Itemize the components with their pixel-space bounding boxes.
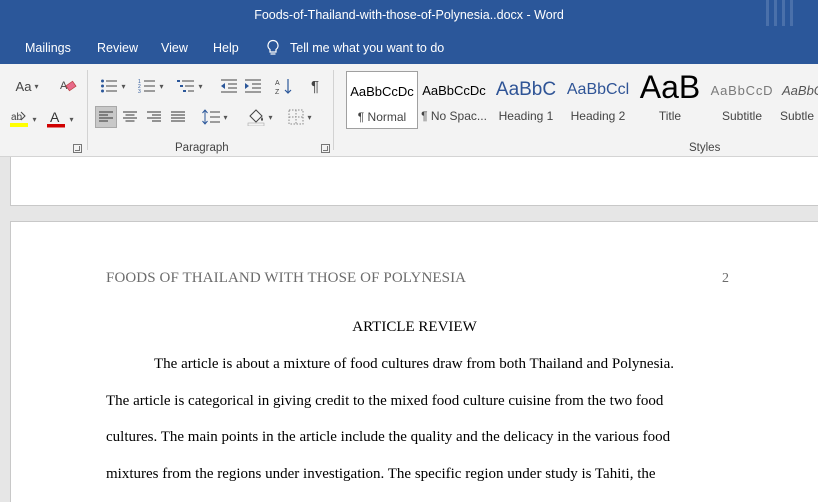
change-case-label: Aa	[15, 78, 32, 94]
bullets-button[interactable]: ▾	[95, 76, 131, 96]
increase-indent-icon	[245, 79, 261, 93]
style-preview: AaBbCcD	[782, 83, 818, 98]
justify-icon	[171, 111, 185, 122]
style-preview: AaBbCcl	[566, 81, 630, 98]
chevron-down-icon: ▾	[198, 81, 203, 91]
borders-icon	[288, 109, 304, 125]
highlight-color-button[interactable]: ab ▾	[4, 108, 42, 130]
align-center-icon	[123, 111, 137, 122]
tell-me-label: Tell me what you want to do	[290, 40, 445, 55]
styles-gallery: AaBbCcDc ¶ Normal AaBbCcDc ¶ No Spac... …	[343, 71, 818, 129]
style-name: Subtitle	[721, 109, 763, 123]
sort-az-icon: AZ	[275, 79, 292, 95]
font-color-button[interactable]: A ▾	[43, 108, 77, 130]
styles-group-label: Styles	[689, 142, 721, 154]
align-right-button[interactable]	[143, 106, 165, 128]
clear-formatting-button[interactable]: A	[57, 76, 79, 96]
title-bar: Foods-of-Thailand-with-those-of-Polynesi…	[0, 0, 818, 32]
body-line: cultures. The main points in the article…	[106, 429, 671, 445]
bulleted-list-icon	[101, 79, 118, 93]
tab-view[interactable]: View	[161, 41, 188, 55]
previous-page[interactable]	[10, 157, 818, 206]
style-heading-1[interactable]: AaBbC Heading 1	[490, 71, 562, 129]
align-right-icon	[147, 111, 161, 122]
body-line: The article is categorical in giving cre…	[106, 393, 664, 409]
body-line: The article is about a mixture of food c…	[154, 356, 674, 372]
tell-me-search[interactable]: Tell me what you want to do	[266, 39, 444, 56]
chevron-down-icon: ▾	[69, 114, 74, 124]
justify-button[interactable]	[167, 106, 189, 128]
svg-text:3: 3	[138, 89, 141, 94]
group-separator	[87, 70, 88, 150]
highlighter-icon: ab	[10, 111, 29, 127]
change-case-button[interactable]: Aa ▾	[8, 76, 46, 96]
chevron-down-icon: ▾	[121, 81, 126, 91]
chevron-down-icon: ▾	[32, 114, 37, 124]
running-header: FOODS OF THAILAND WITH THOSE OF POLYNESI…	[106, 270, 467, 286]
decrease-indent-icon	[221, 79, 237, 93]
svg-text:ab: ab	[11, 112, 23, 123]
pilcrow-icon: ¶	[310, 77, 320, 95]
lightbulb-icon	[266, 39, 280, 56]
style-name: Subtle	[780, 109, 815, 123]
svg-text:Z: Z	[275, 89, 280, 95]
document-area: FOODS OF THAILAND WITH THOSE OF POLYNESI…	[0, 157, 818, 502]
svg-text:A: A	[275, 80, 280, 87]
style-name: Title	[658, 109, 682, 123]
style-name: ¶ Normal	[357, 110, 407, 124]
chevron-down-icon: ▾	[307, 112, 312, 122]
style-title[interactable]: AaB Title	[634, 71, 706, 129]
numbering-button[interactable]: 1 2 3 ▾	[133, 76, 169, 96]
line-spacing-icon	[202, 109, 221, 125]
multilevel-list-button[interactable]: ▾	[172, 76, 208, 96]
body-line: mixtures from the regions under investig…	[106, 466, 656, 482]
font-color-icon: A	[47, 109, 66, 128]
style-heading-2[interactable]: AaBbCcl Heading 2	[562, 71, 634, 129]
svg-text:A: A	[50, 109, 60, 125]
style-preview: AaBbCcDc	[422, 83, 486, 98]
chevron-down-icon: ▾	[223, 112, 228, 122]
style-preview: AaBbCcDc	[350, 84, 414, 99]
paint-bucket-icon	[248, 109, 265, 126]
line-spacing-button[interactable]: ▾	[198, 106, 232, 128]
style-normal[interactable]: AaBbCcDc ¶ Normal	[346, 71, 418, 129]
chevron-down-icon: ▾	[34, 81, 39, 91]
sort-button[interactable]: AZ	[273, 76, 295, 96]
style-no-spacing[interactable]: AaBbCcDc ¶ No Spac...	[418, 71, 490, 129]
numbered-list-icon: 123	[138, 79, 156, 94]
paragraph-group-label: Paragraph	[175, 142, 229, 154]
article-heading: ARTICLE REVIEW	[352, 319, 477, 335]
style-name: Heading 2	[570, 109, 626, 123]
document-page[interactable]: FOODS OF THAILAND WITH THOSE OF POLYNESI…	[10, 221, 818, 502]
show-hide-marks-button[interactable]: ¶	[304, 76, 326, 96]
style-preview: AaB	[639, 71, 701, 105]
tab-review[interactable]: Review	[97, 41, 138, 55]
page-number: 2	[722, 271, 729, 286]
align-left-button[interactable]	[95, 106, 117, 128]
style-name: ¶ No Spac...	[421, 109, 487, 123]
borders-button[interactable]: ▾	[283, 106, 317, 128]
ribbon-tab-row: Mailings Review View Help Tell me what y…	[0, 32, 818, 64]
style-preview: AaBbCcD	[710, 83, 774, 98]
tab-mailings[interactable]: Mailings	[25, 41, 71, 55]
style-subtitle[interactable]: AaBbCcD Subtitle	[706, 71, 778, 129]
style-name: Heading 1	[498, 109, 554, 123]
decrease-indent-button[interactable]	[218, 76, 240, 96]
multilevel-list-icon	[177, 80, 195, 92]
style-preview: AaBbC	[495, 79, 557, 100]
paragraph-dialog-launcher[interactable]	[321, 144, 330, 153]
window-title: Foods-of-Thailand-with-those-of-Polynesi…	[254, 8, 564, 22]
title-bar-decoration	[764, 0, 804, 32]
chevron-down-icon: ▾	[268, 112, 273, 122]
tab-help[interactable]: Help	[213, 41, 239, 55]
style-subtle-emphasis[interactable]: AaBbCcD Subtle	[778, 71, 818, 129]
shading-button[interactable]: ▾	[243, 106, 277, 128]
align-center-button[interactable]	[119, 106, 141, 128]
eraser-icon: A	[60, 80, 77, 92]
chevron-down-icon: ▾	[159, 81, 164, 91]
font-dialog-launcher[interactable]	[73, 144, 82, 153]
group-separator	[333, 70, 334, 150]
increase-indent-button[interactable]	[242, 76, 264, 96]
align-left-icon	[99, 111, 113, 122]
